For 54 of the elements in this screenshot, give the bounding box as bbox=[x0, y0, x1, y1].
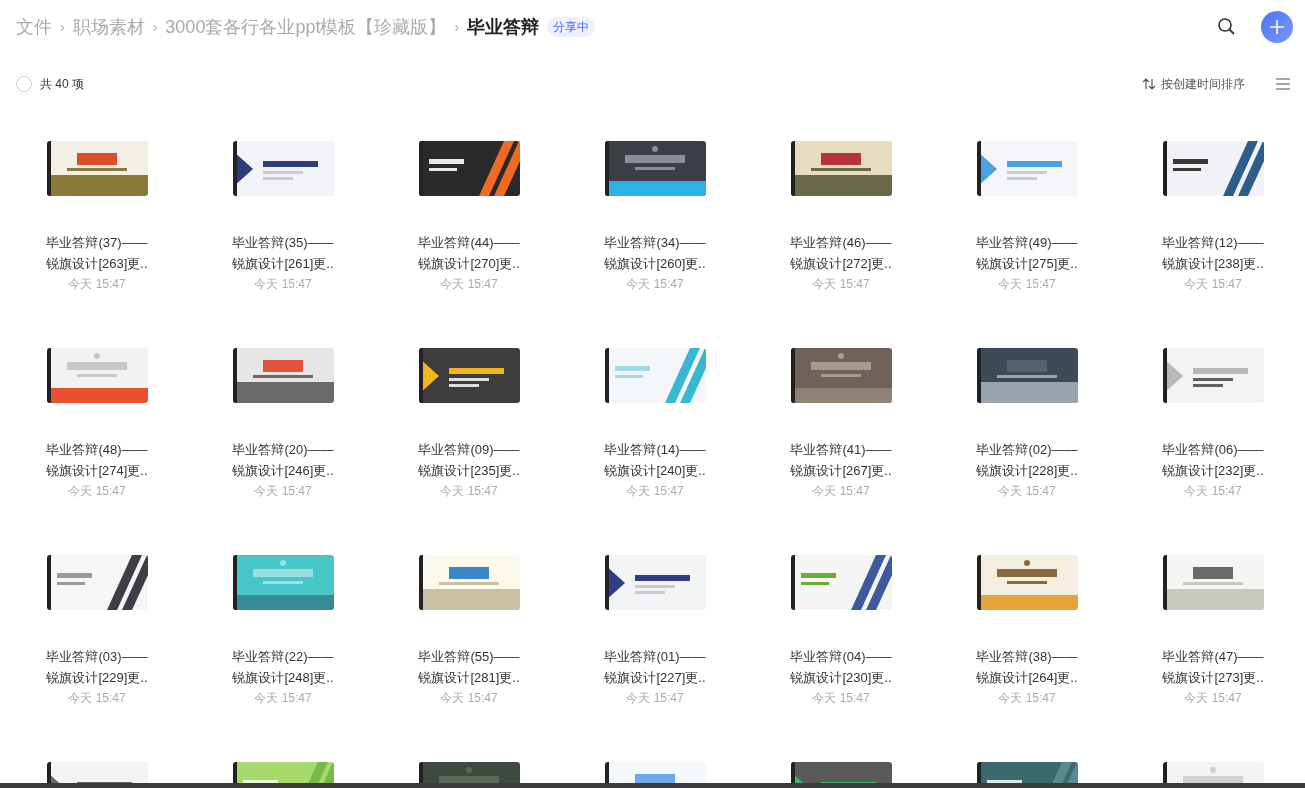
modified-time: 今天 15:47 bbox=[1184, 483, 1242, 500]
file-name[interactable]: 毕业答辩(35)—— 锐旗设计[261]更.. bbox=[232, 232, 334, 274]
breadcrumb-item: 毕业答辩 bbox=[467, 15, 540, 39]
plus-icon bbox=[1269, 19, 1285, 35]
list-view-icon[interactable] bbox=[1275, 78, 1291, 90]
modified-time: 今天 15:47 bbox=[254, 483, 312, 500]
file-name[interactable]: 毕业答辩(22)—— 锐旗设计[248]更.. bbox=[232, 646, 334, 688]
file-name[interactable]: 毕业答辩(38)—— 锐旗设计[264]更.. bbox=[976, 646, 1078, 688]
modified-time: 今天 15:47 bbox=[440, 690, 498, 707]
modified-time: 今天 15:47 bbox=[812, 690, 870, 707]
file-name[interactable]: 毕业答辩(20)—— 锐旗设计[246]更.. bbox=[232, 439, 334, 481]
modified-time: 今天 15:47 bbox=[1184, 276, 1242, 293]
file-name[interactable]: 毕业答辩(41)—— 锐旗设计[267]更.. bbox=[790, 439, 892, 481]
file-name[interactable]: 毕业答辩(04)—— 锐旗设计[230]更.. bbox=[790, 646, 892, 688]
add-button[interactable] bbox=[1261, 11, 1293, 43]
modified-time: 今天 15:47 bbox=[440, 276, 498, 293]
file-name[interactable]: 毕业答辩(47)—— 锐旗设计[273]更.. bbox=[1162, 646, 1264, 688]
file-name[interactable]: 毕业答辩(46)—— 锐旗设计[272]更.. bbox=[790, 232, 892, 274]
file-name[interactable]: 毕业答辩(37)—— 锐旗设计[263]更.. bbox=[46, 232, 148, 274]
file-name[interactable]: 毕业答辩(55)—— 锐旗设计[281]更.. bbox=[418, 646, 520, 688]
modified-time: 今天 15:47 bbox=[626, 483, 684, 500]
modified-time: 今天 15:47 bbox=[998, 276, 1056, 293]
modified-time: 今天 15:47 bbox=[440, 483, 498, 500]
file-name[interactable]: 毕业答辩(03)—— 锐旗设计[229]更.. bbox=[46, 646, 148, 688]
file-name[interactable]: 毕业答辩(49)—— 锐旗设计[275]更.. bbox=[976, 232, 1078, 274]
search-icon[interactable] bbox=[1217, 17, 1237, 37]
sort-icon bbox=[1142, 78, 1156, 90]
breadcrumb-separator: › bbox=[60, 17, 65, 37]
modified-time: 今天 15:47 bbox=[68, 483, 126, 500]
file-name[interactable]: 毕业答辩(01)—— 锐旗设计[227]更.. bbox=[604, 646, 706, 688]
modified-time: 今天 15:47 bbox=[998, 690, 1056, 707]
file-name[interactable]: 毕业答辩(34)—— 锐旗设计[260]更.. bbox=[604, 232, 706, 274]
file-name[interactable]: 毕业答辩(14)—— 锐旗设计[240]更.. bbox=[604, 439, 706, 481]
file-name[interactable]: 毕业答辩(48)—— 锐旗设计[274]更.. bbox=[46, 439, 148, 481]
share-status-badge: 分享中 bbox=[547, 17, 596, 37]
file-name[interactable]: 毕业答辩(06)—— 锐旗设计[232]更.. bbox=[1162, 439, 1264, 481]
modified-time: 今天 15:47 bbox=[68, 690, 126, 707]
breadcrumb-separator: › bbox=[152, 17, 158, 37]
modified-time: 今天 15:47 bbox=[626, 276, 684, 293]
file-name[interactable]: 毕业答辩(12)—— 锐旗设计[238]更.. bbox=[1162, 232, 1264, 274]
modified-time: 今天 15:47 bbox=[626, 690, 684, 707]
modified-time: 今天 15:47 bbox=[254, 276, 312, 293]
modified-time: 今天 15:47 bbox=[254, 690, 312, 707]
modified-time: 今天 15:47 bbox=[812, 483, 870, 500]
modified-time: 今天 15:47 bbox=[68, 276, 126, 293]
modified-time: 今天 15:47 bbox=[998, 483, 1056, 500]
file-name[interactable]: 毕业答辩(09)—— 锐旗设计[235]更.. bbox=[418, 439, 520, 481]
item-count: 共 40 项 bbox=[40, 76, 84, 93]
breadcrumb-separator: › bbox=[454, 17, 460, 37]
modified-time: 今天 15:47 bbox=[1184, 690, 1242, 707]
file-name[interactable]: 毕业答辩(02)—— 锐旗设计[228]更.. bbox=[976, 439, 1078, 481]
sort-button[interactable]: 按创建时间排序 bbox=[1142, 75, 1245, 93]
modified-time: 今天 15:47 bbox=[812, 276, 870, 293]
file-name[interactable]: 毕业答辩(44)—— 锐旗设计[270]更.. bbox=[418, 232, 520, 274]
